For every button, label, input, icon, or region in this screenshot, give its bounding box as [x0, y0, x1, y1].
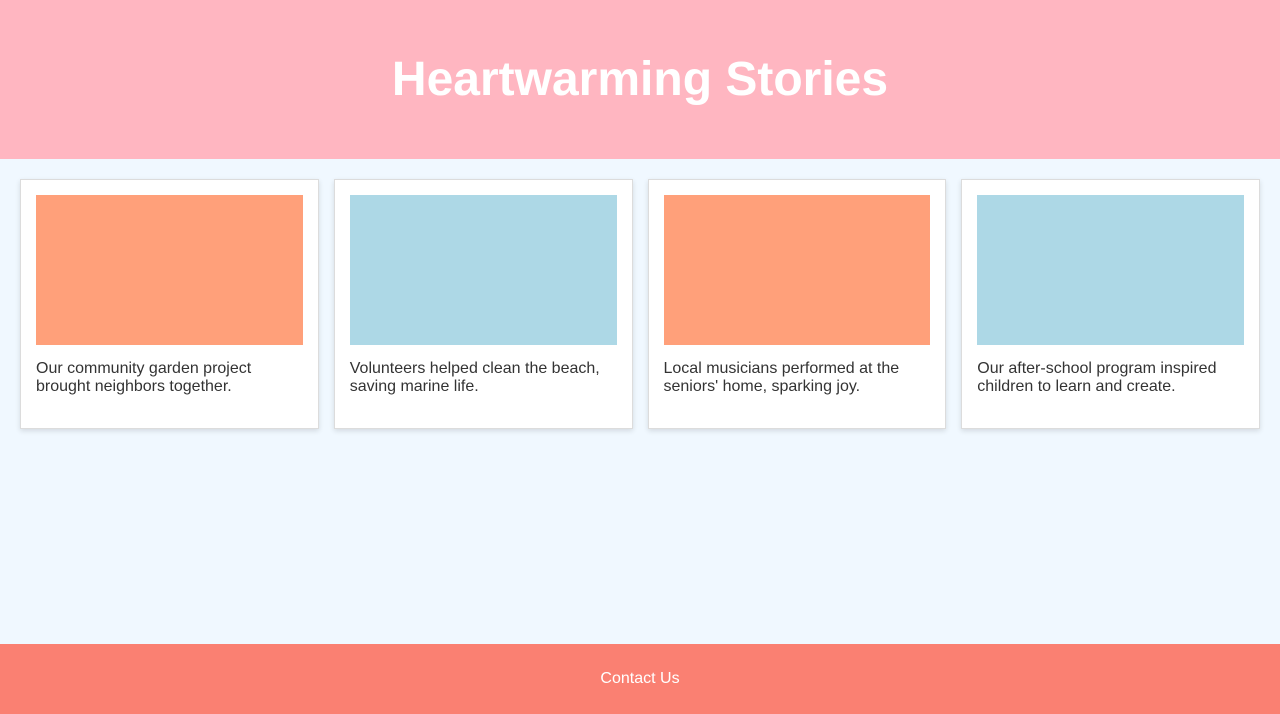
story-card: Volunteers helped clean the beach, savin…: [333, 179, 633, 429]
story-text: Volunteers helped clean the beach, savin…: [349, 360, 600, 395]
story-card: Our after-school program inspired childr…: [961, 179, 1260, 429]
story-text: Our after-school program inspired childr…: [977, 360, 1217, 395]
page-header: Heartwarming Stories: [0, 0, 1280, 159]
story-image-placeholder: [349, 195, 617, 345]
story-text: Local musicians performed at the seniors…: [663, 360, 900, 395]
page-footer: Contact Us: [0, 644, 1280, 714]
story-card: Local musicians performed at the seniors…: [647, 179, 947, 429]
story-text: Our community garden project brought nei…: [36, 360, 252, 395]
story-image-placeholder: [977, 195, 1244, 345]
page: Heartwarming Stories Our community garde…: [0, 0, 1280, 714]
story-card: Our community garden project brought nei…: [20, 179, 319, 429]
story-image-placeholder: [663, 195, 931, 345]
page-title: Heartwarming Stories: [391, 53, 889, 106]
story-card-list: Our community garden project brought nei…: [20, 179, 1260, 429]
story-image-placeholder: [36, 195, 303, 345]
contact-us-link[interactable]: Contact Us: [600, 670, 679, 688]
